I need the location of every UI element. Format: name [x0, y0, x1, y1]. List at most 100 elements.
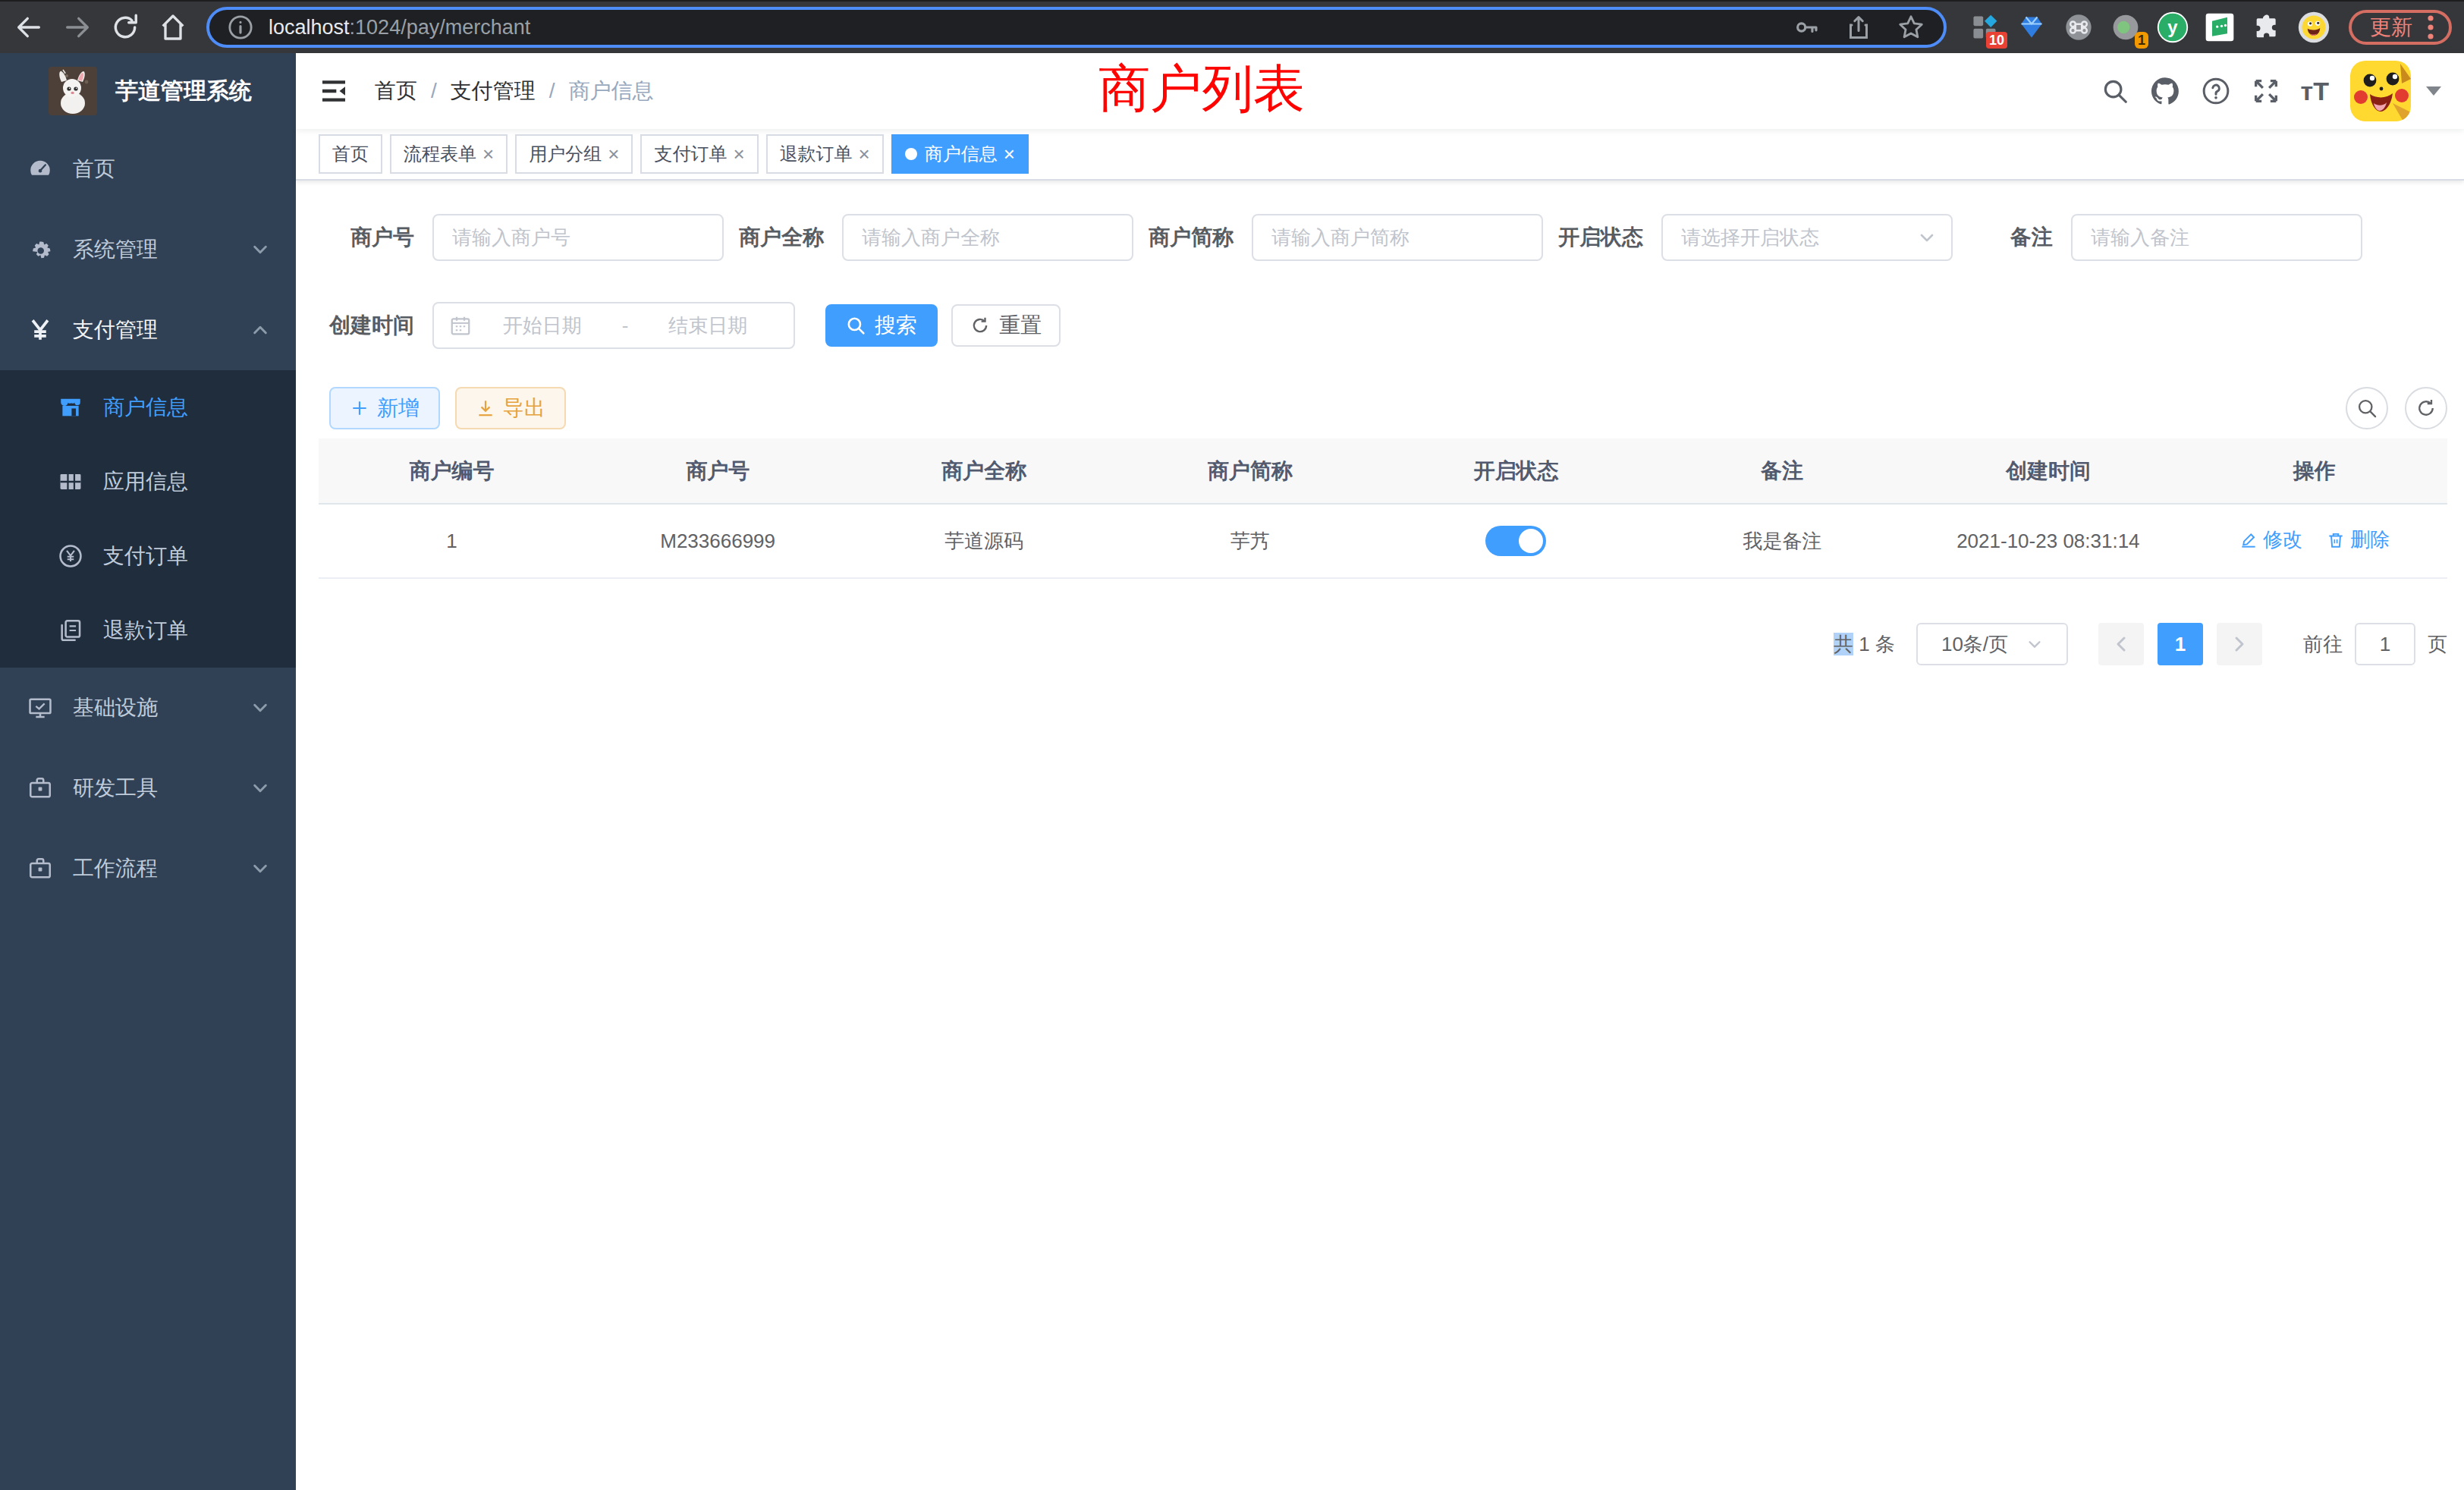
- close-icon[interactable]: ×: [859, 144, 870, 164]
- page-size-select[interactable]: 10条/页: [1916, 623, 2068, 665]
- toolbox-icon: [27, 775, 53, 801]
- site-info-icon[interactable]: [228, 14, 253, 40]
- form-item-remark: 备注: [1968, 214, 2362, 261]
- tab-home[interactable]: 首页: [319, 134, 382, 174]
- reload-icon[interactable]: [111, 13, 140, 42]
- breadcrumb-current: 商户信息: [569, 77, 654, 105]
- status-toggle[interactable]: [1485, 526, 1546, 556]
- chevron-right-icon: [2230, 635, 2249, 653]
- sidebar-item-system[interactable]: 系统管理: [0, 209, 296, 290]
- extension-recorder-icon[interactable]: 1: [2109, 11, 2142, 44]
- breadcrumb-home[interactable]: 首页: [375, 77, 417, 105]
- user-avatar[interactable]: [2350, 61, 2411, 121]
- merchant-no-input[interactable]: [432, 214, 724, 261]
- home-icon[interactable]: [158, 12, 188, 42]
- pagination: 共 1 条 10条/页 1 前往 页: [319, 623, 2447, 665]
- goto-page-input[interactable]: [2355, 623, 2415, 665]
- sidebar-item-payment[interactable]: 支付管理: [0, 290, 296, 370]
- delete-link[interactable]: 删除: [2326, 527, 2390, 553]
- browser-update-button[interactable]: 更新: [2349, 10, 2452, 45]
- sidebar-item-app-info[interactable]: 应用信息: [0, 445, 296, 519]
- sidebar-item-home[interactable]: 首页: [0, 129, 296, 209]
- tab-process-form[interactable]: 流程表单×: [390, 134, 508, 174]
- tab-refund-order[interactable]: 退款订单×: [766, 134, 884, 174]
- col-full-name: 商户全称: [851, 439, 1117, 504]
- search-button[interactable]: 搜索: [825, 304, 938, 347]
- sidebar-item-workflow[interactable]: 工作流程: [0, 828, 296, 909]
- back-icon[interactable]: [14, 12, 44, 42]
- copy-doc-icon: [58, 618, 83, 643]
- extension-badge: 1: [2135, 32, 2148, 49]
- refresh-table-button[interactable]: [2405, 387, 2447, 429]
- tab-user-group[interactable]: 用户分组×: [515, 134, 633, 174]
- cell-create-time: 2021-10-23 08:31:14: [1916, 504, 2182, 578]
- address-bar[interactable]: localhost:1024/pay/merchant: [206, 7, 1947, 48]
- date-range-picker[interactable]: 开始日期 - 结束日期: [432, 302, 795, 349]
- github-icon[interactable]: [2149, 75, 2181, 107]
- remark-input[interactable]: [2071, 214, 2362, 261]
- extension-command-icon[interactable]: [2062, 11, 2095, 44]
- cell-merchant-no: M233666999: [585, 504, 851, 578]
- close-icon[interactable]: ×: [482, 144, 494, 164]
- table-row: 1 M233666999 芋道源码 芋艿 我是备注 2021-10-23 08:…: [319, 504, 2447, 578]
- monitor-icon: [27, 695, 53, 721]
- extension-chat-icon[interactable]: [2203, 11, 2236, 44]
- breadcrumb: 首页 / 支付管理 / 商户信息: [375, 77, 654, 105]
- full-name-input[interactable]: [842, 214, 1133, 261]
- breadcrumb-payment[interactable]: 支付管理: [451, 77, 536, 105]
- add-button[interactable]: 新增: [329, 387, 440, 429]
- font-size-icon[interactable]: тT: [2301, 77, 2329, 106]
- yen-circle-icon: [58, 543, 83, 569]
- extension-yuque-icon[interactable]: y: [2156, 11, 2189, 44]
- sidebar-item-devtools[interactable]: 研发工具: [0, 748, 296, 828]
- fullscreen-icon[interactable]: [2251, 76, 2281, 106]
- tab-pay-order[interactable]: 支付订单×: [640, 134, 758, 174]
- header-search-icon[interactable]: [2101, 77, 2129, 105]
- tab-merchant-info[interactable]: 商户信息×: [891, 134, 1029, 174]
- col-actions: 操作: [2181, 439, 2447, 504]
- profile-emoji-avatar[interactable]: [2297, 11, 2330, 44]
- extension-gem-icon[interactable]: [2015, 11, 2048, 44]
- logo[interactable]: 芋道管理系统: [0, 53, 296, 129]
- close-icon[interactable]: ×: [733, 144, 744, 164]
- col-merchant-no: 商户号: [585, 439, 851, 504]
- toggle-search-button[interactable]: [2346, 387, 2388, 429]
- close-icon[interactable]: ×: [608, 144, 619, 164]
- edit-link[interactable]: 修改: [2239, 527, 2302, 553]
- shop-icon: [58, 395, 83, 420]
- refresh-icon: [970, 316, 990, 335]
- extensions-puzzle-icon[interactable]: [2250, 11, 2283, 44]
- extension-sheets-icon[interactable]: 10: [1968, 11, 2001, 44]
- download-icon: [476, 398, 495, 418]
- browser-menu-dots-icon: [2428, 15, 2434, 39]
- export-button[interactable]: 导出: [455, 387, 566, 429]
- next-page-button[interactable]: [2217, 623, 2262, 665]
- edit-icon: [2239, 530, 2258, 550]
- password-key-icon[interactable]: [1792, 13, 1821, 42]
- page-number-1[interactable]: 1: [2158, 623, 2203, 665]
- short-name-input[interactable]: [1252, 214, 1543, 261]
- sidebar-item-refund-order[interactable]: 退款订单: [0, 593, 296, 668]
- bookmark-star-icon[interactable]: [1897, 13, 1925, 42]
- merchant-table: 商户编号 商户号 商户全称 商户简称 开启状态 备注 创建时间 操作 1: [319, 439, 2447, 579]
- sidebar-item-infra[interactable]: 基础设施: [0, 668, 296, 748]
- svg-text:y: y: [2167, 17, 2178, 37]
- payment-submenu: 商户信息 应用信息 支付订单 退款订单: [0, 370, 296, 668]
- sidebar-menu: 首页 系统管理 支付管理 商户信息: [0, 129, 296, 909]
- grid-icon: [58, 469, 83, 495]
- share-icon[interactable]: [1845, 14, 1872, 41]
- url[interactable]: localhost:1024/pay/merchant: [269, 16, 530, 39]
- reset-button[interactable]: 重置: [951, 304, 1061, 347]
- sidebar-item-pay-order[interactable]: 支付订单: [0, 519, 296, 593]
- caret-down-icon[interactable]: [2426, 86, 2441, 96]
- forward-icon[interactable]: [62, 12, 93, 42]
- prev-page-button[interactable]: [2098, 623, 2144, 665]
- trash-icon: [2326, 530, 2346, 550]
- help-icon[interactable]: [2201, 76, 2231, 106]
- close-icon[interactable]: ×: [1004, 144, 1015, 164]
- search-icon: [2356, 398, 2378, 419]
- status-select[interactable]: 请选择开启状态: [1661, 214, 1953, 261]
- sidebar-item-merchant-info[interactable]: 商户信息: [0, 370, 296, 445]
- app-title: 芋道管理系统: [115, 76, 252, 107]
- hamburger-icon[interactable]: [319, 76, 349, 106]
